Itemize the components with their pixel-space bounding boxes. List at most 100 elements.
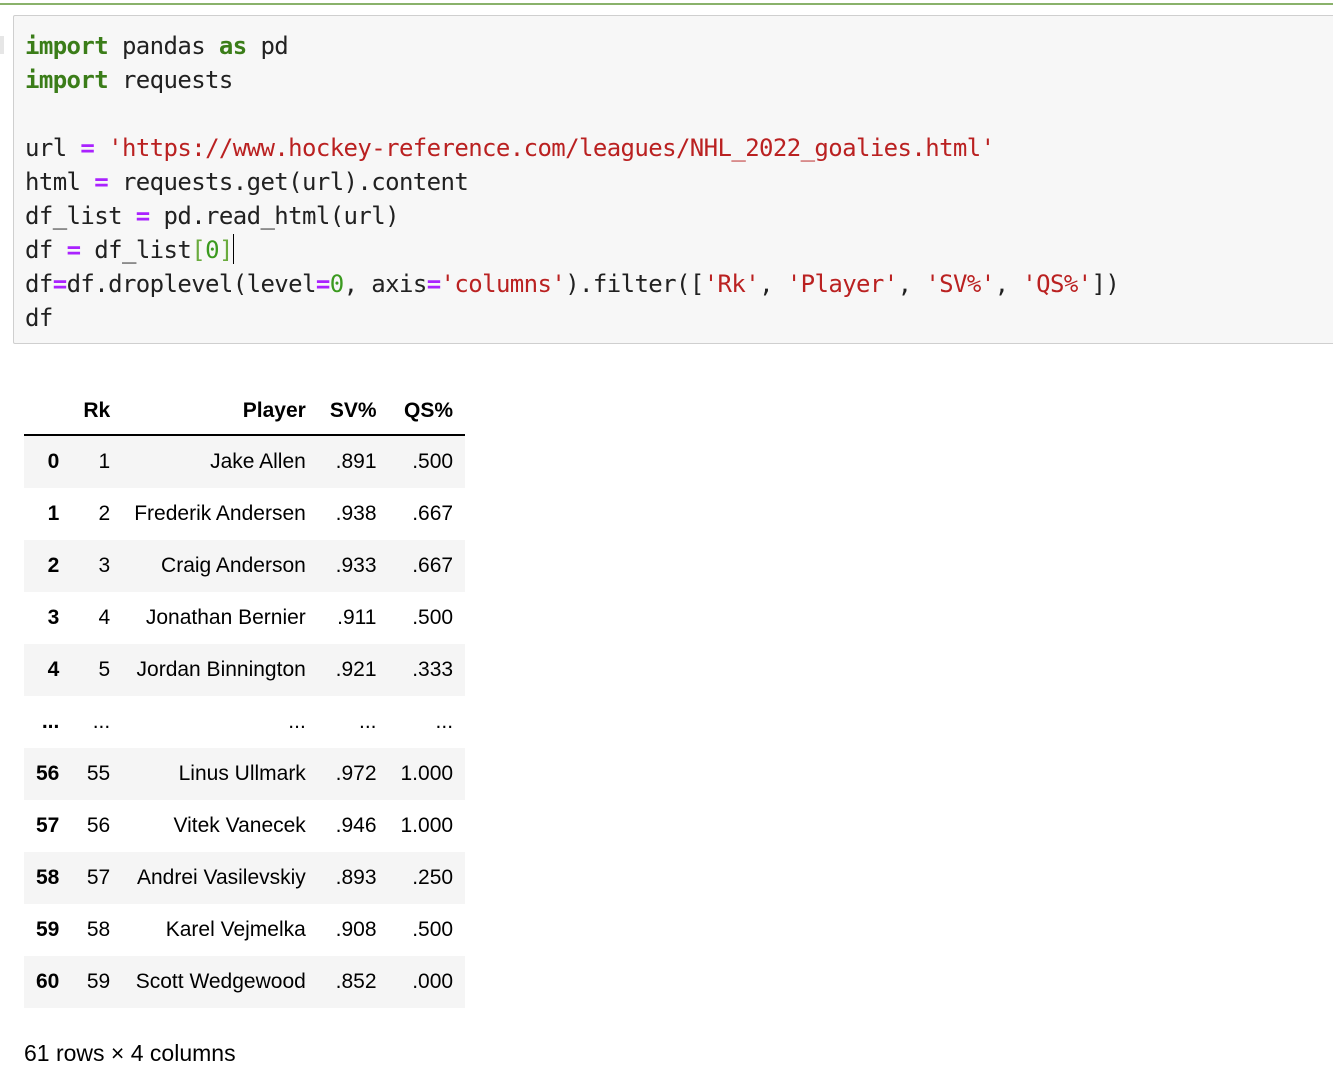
cell-sv-pct: .946 — [335, 814, 377, 837]
cell-player: Scott Wedgewood — [135, 970, 306, 993]
cell-selection-rule — [0, 3, 1333, 5]
cell-qs-pct: 1.000 — [400, 814, 454, 837]
cell-rk: ... — [92, 710, 111, 733]
cell-rk: 3 — [98, 554, 111, 577]
table-row: 59 58 Karel Vejmelka .908 .500 — [24, 904, 466, 956]
code-token-plain: df — [25, 304, 53, 332]
code-token-num: 0 — [205, 236, 219, 264]
code-token-br: [ — [191, 236, 206, 264]
code-token-op: = — [135, 202, 150, 230]
cell-sv-pct: .852 — [335, 970, 377, 993]
code-line: df_list = pd.read_html(url) — [25, 202, 400, 230]
code-token-plain: df — [25, 236, 67, 264]
cell-sv-pct: .972 — [335, 762, 377, 785]
cell-sv-pct: .933 — [335, 554, 377, 577]
code-cell-editor[interactable]: import pandas as pd import requests url … — [13, 15, 1333, 344]
column-header-player: Player — [122, 388, 318, 436]
text-cursor — [232, 234, 234, 264]
code-line: import pandas as pd — [25, 32, 289, 60]
code-token-op: = — [426, 270, 441, 298]
code-line: df=df.droplevel(level=0, axis='columns')… — [25, 270, 1120, 298]
table-row: 4 5 Jordan Binnington .921 .333 — [24, 644, 466, 696]
cell-qs-pct: .667 — [412, 554, 454, 577]
code-token-plain: requests — [108, 66, 233, 94]
cell-player: Karel Vejmelka — [165, 918, 306, 941]
cell-rk: 56 — [86, 814, 111, 837]
code-token-plain: pd.read_html(url) — [149, 202, 400, 230]
code-token-plain: df_list — [80, 236, 192, 264]
code-token-op: = — [80, 134, 95, 162]
table-row: 0 1 Jake Allen .891 .500 — [24, 435, 466, 488]
code-token-plain: df — [25, 270, 53, 298]
code-line: df — [25, 304, 53, 332]
cell-output: Rk Player SV% QS% 0 1 Jake Allen .891 .500 1 2… — [24, 388, 466, 1008]
code-token-op: = — [94, 168, 109, 196]
cell-player: Jake Allen — [210, 450, 306, 473]
code-token-plain: , — [759, 270, 787, 298]
cell-qs-pct: .500 — [412, 606, 454, 629]
cell-player: Andrei Vasilevskiy — [136, 866, 306, 889]
code-token-kw: import — [25, 66, 109, 94]
cell-qs-pct: .667 — [412, 502, 454, 525]
cell-rk: 5 — [98, 658, 111, 681]
code-token-plain: , — [897, 270, 926, 298]
cell-player: Jonathan Bernier — [145, 606, 306, 629]
cell-sv-pct: .911 — [337, 606, 377, 629]
cell-rk: 58 — [86, 918, 111, 941]
code-token-kw: as — [218, 32, 247, 60]
code-token-op: = — [52, 270, 67, 298]
index-header — [24, 388, 72, 436]
code-token-plain: ]) — [1091, 270, 1120, 298]
cell-qs-pct: 1.000 — [400, 762, 454, 785]
code-token-kw: import — [25, 32, 109, 60]
cell-rk: 57 — [86, 866, 111, 889]
code-token-plain: df_list — [25, 202, 136, 230]
row-index: 58 — [36, 866, 60, 889]
cell-qs-pct: .333 — [412, 658, 454, 681]
cell-player: Frederik Andersen — [134, 502, 306, 525]
code-token-plain: html — [25, 168, 95, 196]
code-token-plain: pandas — [108, 32, 219, 60]
cell-player: ... — [288, 710, 306, 733]
row-index: 4 — [47, 658, 60, 681]
cell-sv-pct: .893 — [335, 866, 377, 889]
code-line: url = 'https://www.hockey-reference.com/… — [25, 134, 995, 162]
code-token-plain: , — [994, 270, 1023, 298]
code-token-plain: ).filter([ — [565, 270, 704, 298]
code-token-str: 'https://www.hockey-reference.com/league… — [108, 134, 995, 162]
table-row: 3 4 Jonathan Bernier .911 .500 — [24, 592, 466, 644]
table-row: 1 2 Frederik Andersen .938 .667 — [24, 488, 466, 540]
column-header-sv-pct: SV% — [317, 388, 389, 436]
cell-player: Vitek Vanecek — [173, 814, 306, 837]
code-token-br: ] — [218, 236, 233, 264]
cell-prompt-marker — [0, 36, 4, 54]
row-index: 56 — [36, 762, 60, 785]
code-token-plain: requests.get(url).content — [108, 168, 469, 196]
code-token-str: 'columns' — [440, 270, 566, 298]
cell-rk: 1 — [98, 450, 111, 473]
table-row: 56 55 Linus Ullmark .972 1.000 — [24, 748, 466, 800]
cell-rk: 2 — [98, 502, 111, 525]
cell-qs-pct: .250 — [412, 866, 454, 889]
cell-sv-pct: .921 — [335, 658, 377, 681]
row-index: 59 — [36, 918, 60, 941]
code-token-plain: pd — [246, 32, 289, 60]
row-index: 3 — [47, 606, 60, 629]
code-text[interactable]: import pandas as pd import requests url … — [25, 29, 1120, 335]
code-line: df = df_list[0] — [25, 234, 234, 264]
row-index: ... — [41, 710, 60, 733]
cell-player: Jordan Binnington — [136, 658, 306, 681]
table-row: 2 3 Craig Anderson .933 .667 — [24, 540, 466, 592]
code-token-str: 'Rk' — [703, 270, 760, 298]
cell-player: Linus Ullmark — [178, 762, 306, 785]
table-row: 58 57 Andrei Vasilevskiy .893 .250 — [24, 852, 466, 904]
column-header-qs-pct: QS% — [388, 388, 466, 436]
cell-rk: 4 — [98, 606, 111, 629]
cell-qs-pct: .500 — [412, 918, 454, 941]
code-line: import requests — [25, 66, 233, 94]
table-header-row: Rk Player SV% QS% — [24, 388, 466, 436]
column-header-rk: Rk — [71, 388, 123, 436]
row-index: 0 — [47, 450, 60, 473]
code-token-plain: , axis — [343, 270, 428, 298]
